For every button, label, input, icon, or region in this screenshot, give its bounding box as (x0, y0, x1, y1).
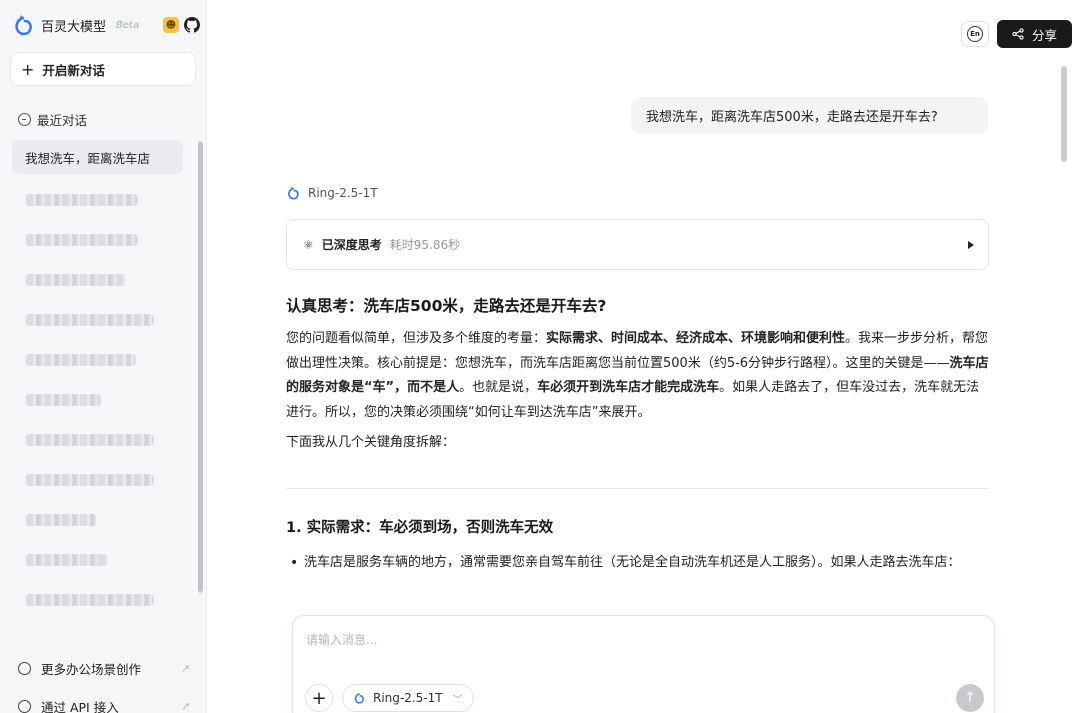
beta-badge: Beta (116, 19, 140, 31)
blurred-history-title (26, 314, 154, 326)
history-item[interactable] (12, 460, 183, 500)
api-access-link[interactable]: 通过 API 接入 ↗ (18, 697, 190, 713)
model-answer: 认真思考：洗车店500米，走路去还是开车去? 您的问题看似简单，但涉及多个维度的… (286, 294, 991, 456)
history-item[interactable] (12, 420, 183, 460)
user-message-text: 我想洗车，距离洗车店500米，走路去还是开车去? (646, 110, 938, 125)
bullet-item: • 洗车店是服务车辆的地方，通常需要您亲自驾车前往（无论是全自动洗车机还是人工服… (290, 551, 990, 576)
external-arrow-icon: ↗ (180, 700, 190, 713)
brand-logo-icon[interactable] (12, 13, 34, 37)
api-access-label: 通过 API 接入 (41, 700, 119, 713)
answer-title: 认真思考：洗车店500米，走路去还是开车去? (286, 297, 607, 315)
answer-paragraph: 下面我从几个关键角度拆解： (286, 435, 456, 450)
atom-icon: ⚛ (303, 237, 314, 252)
model-logo-icon (288, 186, 299, 200)
blurred-history-title (26, 274, 126, 286)
section-heading: 1. 实际需求：车必须到场，否则洗车无效 (286, 520, 554, 536)
recent-chats-header: 最近对话 (18, 110, 87, 129)
blurred-history-title (26, 234, 138, 246)
chevron-down-icon: ﹀ (452, 694, 463, 706)
history-item-active[interactable]: 我想洗车，距离洗车店 (12, 140, 183, 174)
answer-paragraph: 您的问题看似简单，但涉及多个维度的考量：实际需求、时间成本、经济成本、环境影响和… (286, 327, 991, 425)
message-composer[interactable]: 请输入消息... + Ring-2.5-1T ﹀ ↑ (292, 615, 995, 713)
history-item[interactable] (12, 260, 183, 300)
history-item[interactable] (12, 540, 183, 580)
text-span: 。也就是说， (459, 380, 538, 395)
blurred-history-title (26, 434, 154, 446)
model-response-header: Ring-2.5-1T (286, 185, 378, 201)
blurred-history-title (26, 554, 108, 566)
external-arrow-icon: ↗ (180, 662, 190, 675)
attach-plus-button[interactable]: + (305, 684, 333, 712)
share-icon (1012, 28, 1024, 40)
thinking-status: 已深度思考 (321, 238, 382, 252)
blurred-history-title (26, 394, 101, 406)
message-input[interactable]: 请输入消息... (306, 631, 377, 648)
language-toggle-button[interactable]: En (961, 21, 989, 47)
chat-bubble-icon (18, 113, 31, 126)
sidebar-scrollbar[interactable] (198, 142, 203, 592)
history-item[interactable] (12, 500, 183, 540)
smiley-badge-icon[interactable]: ☻ (163, 17, 179, 33)
thinking-panel-toggle[interactable]: ⚛ 已深度思考 耗时95.86秒 (286, 219, 989, 270)
expand-triangle-icon (968, 240, 974, 249)
brand: 百灵大模型 Beta ☻ (12, 12, 200, 38)
history-item[interactable] (12, 340, 183, 380)
more-scenarios-link[interactable]: 更多办公场景创作 ↗ (18, 659, 190, 678)
plus-icon: + (21, 59, 35, 79)
history-item[interactable] (12, 180, 183, 220)
more-scenarios-label: 更多办公场景创作 (41, 662, 142, 677)
chat-scrollbar[interactable] (1061, 66, 1067, 162)
history-item[interactable] (12, 300, 183, 340)
history-list (12, 180, 183, 620)
bullet-text: 洗车店是服务车辆的地方，通常需要您亲自驾车前往（无论是全自动洗车机还是人工服务）… (304, 555, 961, 570)
smile-icon (18, 662, 31, 675)
history-item[interactable] (12, 380, 183, 420)
thinking-duration: 耗时95.86秒 (389, 238, 461, 252)
blurred-history-title (26, 354, 136, 366)
send-button[interactable]: ↑ (956, 684, 984, 712)
blurred-history-title (26, 194, 138, 206)
history-item[interactable] (12, 220, 183, 260)
model-logo-icon (354, 692, 364, 704)
language-icon: En (967, 26, 983, 42)
bold-span: 实际需求、时间成本、经济成本、环境影响和便利性 (546, 331, 846, 346)
share-label: 分享 (1031, 27, 1057, 43)
model-selector-label: Ring-2.5-1T (373, 691, 443, 705)
new-chat-button[interactable]: + 开启新对话 (10, 52, 196, 86)
brand-name: 百灵大模型 (41, 19, 107, 35)
history-item-label: 我想洗车，距离洗车店 (25, 150, 151, 166)
divider (286, 488, 989, 489)
blurred-history-title (26, 474, 154, 486)
bold-span: 车必须开到洗车店才能完成洗车 (537, 380, 720, 395)
github-icon[interactable] (184, 17, 200, 33)
api-icon (18, 700, 31, 713)
model-selector[interactable]: Ring-2.5-1T ﹀ (342, 684, 474, 712)
history-item[interactable] (12, 580, 183, 620)
blurred-history-title (26, 594, 154, 606)
bullet-dot: • (290, 555, 299, 571)
new-chat-label: 开启新对话 (42, 62, 105, 78)
recent-chats-label: 最近对话 (37, 113, 88, 128)
text-span: 您的问题看似简单，但涉及多个维度的考量： (286, 331, 547, 346)
sidebar: 百灵大模型 Beta ☻ + 开启新对话 最近对话 我想洗车，距离洗车店 更多办… (0, 0, 207, 713)
share-button[interactable]: 分享 (997, 20, 1072, 48)
blurred-history-title (26, 514, 96, 526)
model-name: Ring-2.5-1T (308, 186, 378, 200)
user-message-bubble: 我想洗车，距离洗车店500米，走路去还是开车去? (631, 97, 988, 134)
